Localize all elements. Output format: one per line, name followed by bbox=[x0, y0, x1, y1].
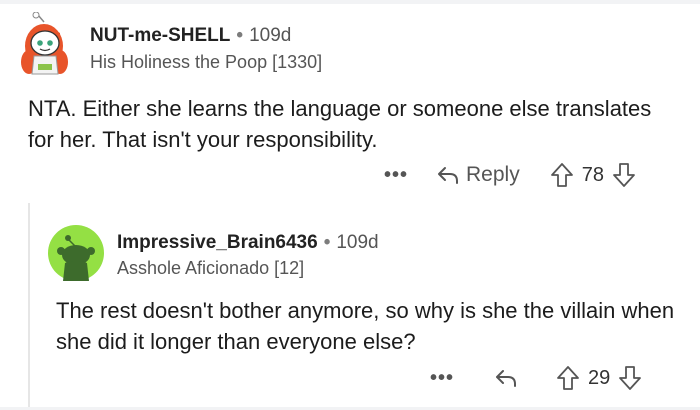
reply-button[interactable]: Reply bbox=[436, 163, 520, 187]
upvote-button[interactable] bbox=[550, 162, 574, 188]
snoo-avatar-icon bbox=[21, 11, 68, 75]
comment-header: NUT-me-SHELL • 109d bbox=[90, 24, 291, 48]
comment-actions: ••• 29 bbox=[430, 363, 642, 393]
downvote-icon bbox=[613, 163, 635, 187]
downvote-button[interactable] bbox=[612, 162, 636, 188]
username[interactable]: Impressive_Brain6436 bbox=[117, 232, 318, 253]
comment-age: 109d bbox=[336, 232, 379, 253]
vote-score: 78 bbox=[581, 163, 604, 186]
user-flair: His Holiness the Poop [1330] bbox=[90, 52, 323, 72]
comment-body: NTA. Either she learns the language or s… bbox=[28, 96, 652, 152]
more-dots-icon[interactable]: ••• bbox=[430, 367, 454, 390]
upvote-icon bbox=[557, 366, 579, 390]
reply-arrow-icon bbox=[438, 167, 459, 184]
upvote-icon bbox=[550, 163, 573, 187]
downvote-button[interactable] bbox=[618, 365, 642, 391]
reply-arrow-icon bbox=[496, 370, 517, 387]
reply-button[interactable] bbox=[494, 367, 518, 389]
comment-thread: NUT-me-SHELL • 109d His Holiness the Poop … bbox=[0, 0, 700, 410]
downvote-icon bbox=[619, 366, 642, 390]
separator-dot: • bbox=[236, 25, 244, 46]
username[interactable]: NUT-me-SHELL bbox=[90, 25, 230, 46]
user-flair: Asshole Aficionado [12] bbox=[117, 258, 305, 278]
snoo-avatar-icon bbox=[48, 225, 104, 281]
vote-score: 29 bbox=[588, 366, 611, 389]
top-divider bbox=[0, 0, 700, 4]
separator-dot: • bbox=[323, 232, 331, 253]
avatar[interactable] bbox=[48, 225, 104, 281]
thread-line[interactable] bbox=[28, 203, 30, 410]
upvote-button[interactable] bbox=[556, 365, 580, 391]
comment-age: 109d bbox=[249, 25, 292, 46]
more-dots-icon[interactable]: ••• bbox=[384, 164, 408, 187]
avatar[interactable] bbox=[16, 11, 74, 76]
comment-actions: ••• Reply 78 bbox=[384, 160, 636, 190]
comment-header: Impressive_Brain6436 • 109d bbox=[117, 231, 379, 255]
reply-label: Reply bbox=[466, 163, 520, 186]
comment-body: The rest doesn't bother anymore, so why … bbox=[56, 298, 675, 354]
